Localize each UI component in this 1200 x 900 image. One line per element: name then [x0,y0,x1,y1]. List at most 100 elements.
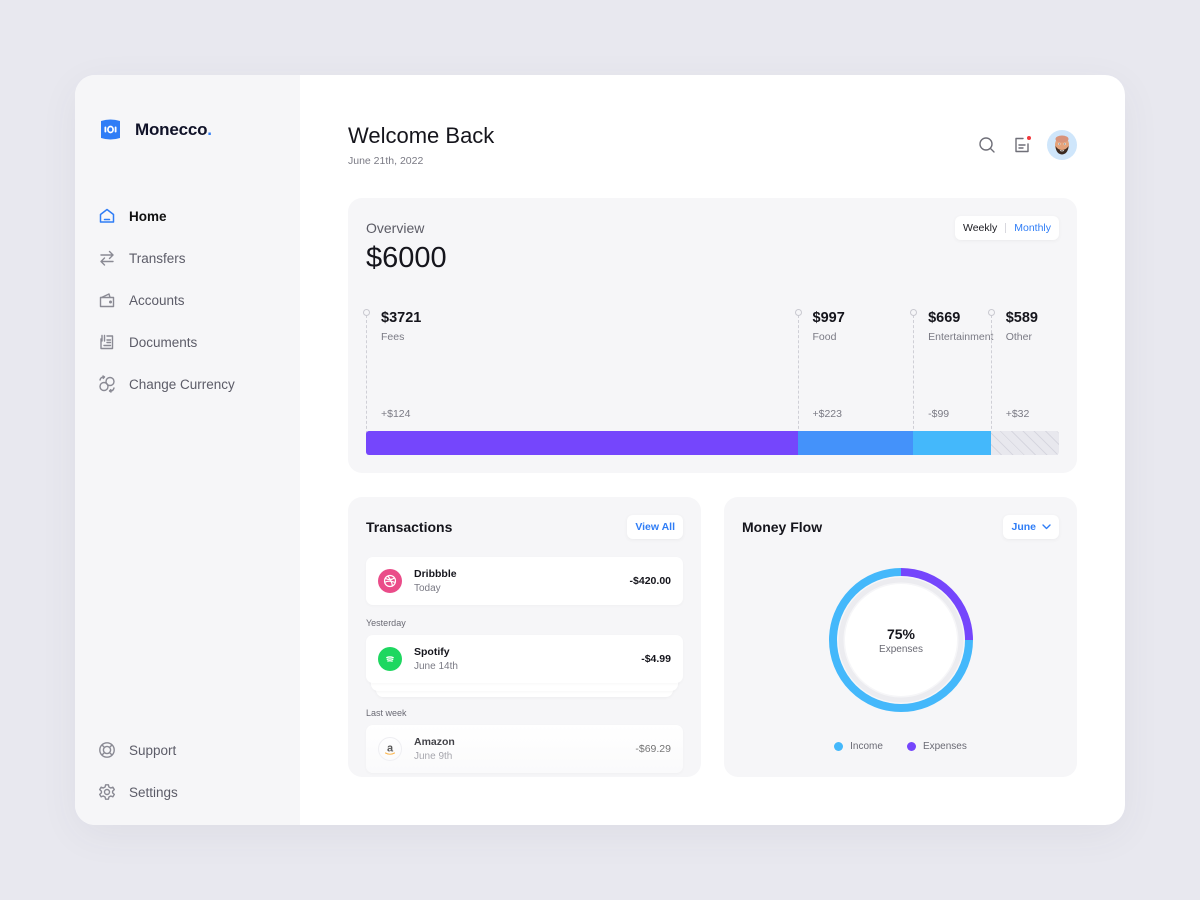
legend-label: Expenses [922,741,967,752]
chart-legend: Income Expenses [724,741,1077,752]
home-icon [98,207,116,225]
category-guide-line [797,315,799,439]
category-name: Entertainment [928,331,994,343]
transaction-row[interactable]: Dribbble Today -$420.00 [366,557,683,605]
category-change: +$223 [812,408,843,420]
sidebar-bottom-nav: Support Settings [98,729,178,813]
sidebar-item-label: Accounts [129,292,185,308]
transaction-amount: -$4.99 [641,653,671,665]
sidebar-item-home[interactable]: Home [98,195,235,237]
legend-dot-expenses [906,742,916,751]
sidebar-item-settings[interactable]: Settings [98,771,178,813]
category-name: Other [1005,331,1032,343]
transaction-date: Today [414,583,441,594]
category-guide-line [366,315,367,439]
lifebuoy-icon [98,741,116,759]
sidebar-item-accounts[interactable]: Accounts [98,279,235,321]
transaction-info: Amazon June 9th [414,736,455,762]
month-select[interactable]: June [1003,515,1059,539]
transaction-date: June 9th [414,751,453,762]
donut-center-label: Expenses [879,643,923,655]
sidebar-item-label: Documents [129,334,198,350]
transaction-info: Spotify June 14th [414,646,458,672]
currency-exchange-icon [98,375,116,393]
sidebar-nav: Home Transfers Accounts Documents Change… [98,195,235,405]
category-marker [363,309,370,316]
sidebar-item-label: Home [129,208,167,224]
page-title: Welcome Back [348,123,495,148]
app-window: Monecco. Home Transfers Accounts Documen… [75,75,1125,825]
transaction-name: Dribbble [414,568,457,580]
overview-total: $6000 [366,242,447,274]
avatar[interactable] [1047,130,1077,160]
transfer-arrows-icon [98,249,116,267]
search-icon [979,137,995,153]
bar-segment-fees[interactable] [366,431,798,455]
category-change: +$124 [381,408,411,420]
sidebar: Monecco. Home Transfers Accounts Documen… [75,75,300,825]
header-actions [976,130,1077,160]
overview-card: Overview $6000 Weekly Monthly $3721 Fees… [348,198,1077,473]
sidebar-item-change-currency[interactable]: Change Currency [98,363,235,405]
search-button[interactable] [976,134,998,156]
bar-segment-food[interactable] [797,431,914,455]
toggle-weekly[interactable]: Weekly [963,222,997,234]
notifications-button[interactable] [1011,134,1033,156]
category-name: Food [812,331,837,343]
category-marker [910,309,918,316]
brand-logo[interactable]: Monecco. [98,118,212,141]
document-icon [98,333,116,351]
dribbble-icon [378,569,402,593]
transaction-row[interactable]: a Amazon June 9th -$69.29 [366,725,683,773]
toggle-monthly[interactable]: Monthly [1014,222,1051,234]
category-name: Fees [381,331,405,343]
category-amount: $997 [812,310,845,326]
legend-label: Income [850,741,883,752]
bar-segment-other[interactable] [990,431,1059,455]
view-all-button[interactable]: View All [627,515,683,539]
spotify-icon [378,647,402,671]
bar-segment-entertainment[interactable] [913,431,991,455]
transaction-group-label: Yesterday [366,618,406,628]
notification-badge [1026,135,1032,141]
toggle-divider [1005,223,1007,233]
legend-item-expenses[interactable]: Expenses [906,741,967,752]
brand-name-text: Monecco [135,119,208,139]
user-avatar-icon [1055,135,1069,155]
legend-dot-income [834,742,844,751]
transactions-card: Transactions View All Dribbble Today -$4… [348,497,701,777]
money-flow-card: Money Flow June 75% Expenses Income Expe… [724,497,1077,777]
sidebar-item-label: Support [129,742,177,758]
category-guide-line [913,315,915,439]
overview-title: Overview [366,220,425,236]
donut-center-value: 75% [886,625,916,642]
sidebar-item-label: Change Currency [129,376,235,392]
sidebar-item-support[interactable]: Support [98,729,178,771]
gear-icon [98,783,116,801]
spending-breakdown-bar [366,431,1059,455]
sidebar-item-documents[interactable]: Documents [98,321,235,363]
category-change: -$99 [928,408,950,420]
money-flow-title: Money Flow [742,519,823,535]
donut-center: 75% Expenses [827,566,975,714]
money-flow-donut: 75% Expenses [827,566,975,714]
transaction-info: Dribbble Today [414,568,457,594]
legend-item-income[interactable]: Income [834,741,883,752]
sidebar-item-label: Transfers [129,250,186,266]
transaction-row[interactable]: Spotify June 14th -$4.99 [366,635,683,683]
logo-icon [101,119,120,140]
transaction-group-label: Last week [366,708,407,718]
sidebar-item-label: Settings [129,784,178,800]
chevron-down-icon [1042,524,1051,530]
transaction-name: Spotify [414,646,450,658]
main-content: Welcome Back June 21th, 2022 Overview $6… [300,75,1125,825]
category-marker [794,309,802,316]
transactions-title: Transactions [366,519,453,535]
brand-name: Monecco. [135,120,212,140]
transaction-date: June 14th [414,661,458,672]
category-marker [987,309,995,316]
transaction-amount: -$420.00 [629,575,671,587]
sidebar-item-transfers[interactable]: Transfers [98,237,235,279]
category-amount: $589 [1005,310,1038,326]
category-guide-line [990,315,992,439]
